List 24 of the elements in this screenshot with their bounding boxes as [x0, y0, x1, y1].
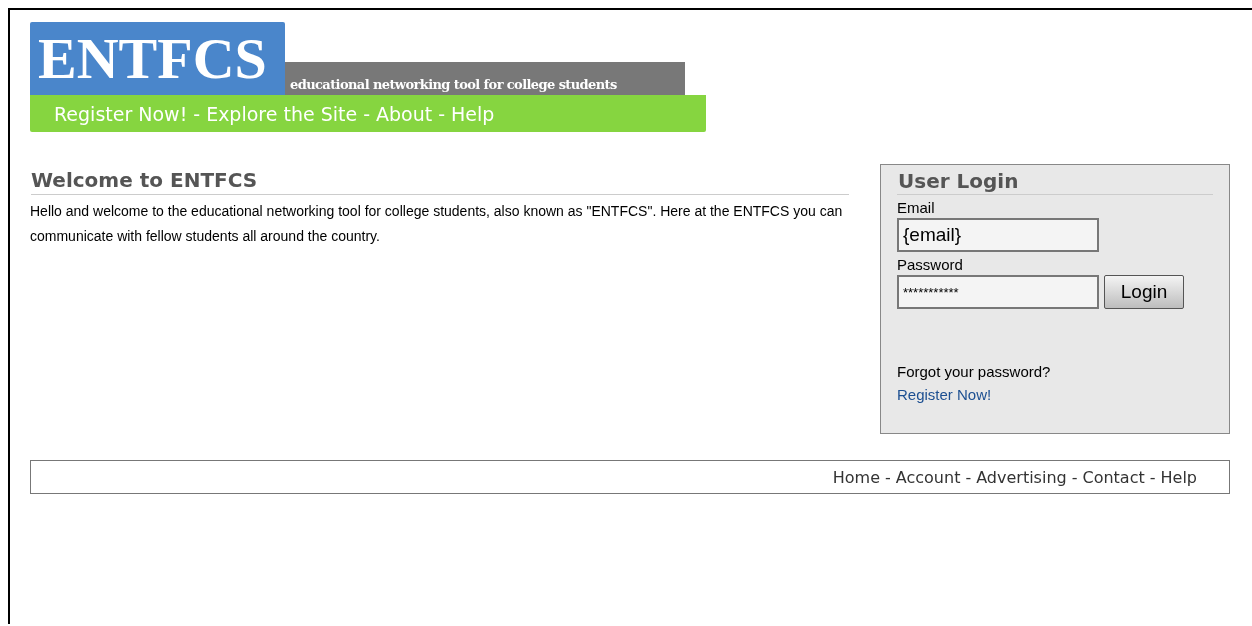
separator: - — [363, 102, 371, 125]
site-logo[interactable]: ENTFCS — [30, 22, 285, 95]
register-link[interactable]: Register Now! — [897, 386, 992, 403]
separator: - — [1071, 467, 1078, 487]
separator: - — [438, 102, 446, 125]
separator: - — [965, 467, 972, 487]
forgot-password-text: Forgot your password? — [897, 363, 1052, 380]
footer-link[interactable]: Help — [1160, 467, 1197, 487]
password-field[interactable]: *********** — [897, 275, 1099, 309]
welcome-text: Hello and welcome to the educational networking tool for college students, also known as "ENTFCS". Here at the ENTFCS you can communicate with fellow students all around the country. — [30, 202, 844, 246]
separator: - — [193, 102, 201, 125]
welcome-heading: Welcome to ENTFCS — [31, 168, 849, 195]
separator: - — [885, 467, 891, 487]
footer-link[interactable]: Advertising — [976, 467, 1067, 487]
footer-link[interactable]: Home — [832, 467, 880, 487]
footer-link[interactable]: Account — [895, 467, 961, 487]
tagline: educational networking tool for college students — [285, 62, 685, 95]
separator: - — [1149, 467, 1156, 487]
password-label: Password — [897, 256, 964, 273]
login-button[interactable]: Login — [1104, 275, 1184, 309]
email-field[interactable]: {email} — [897, 218, 1099, 252]
login-title: User Login — [897, 169, 1213, 195]
footer-link[interactable]: Contact — [1082, 467, 1145, 487]
email-label: Email — [897, 199, 936, 216]
